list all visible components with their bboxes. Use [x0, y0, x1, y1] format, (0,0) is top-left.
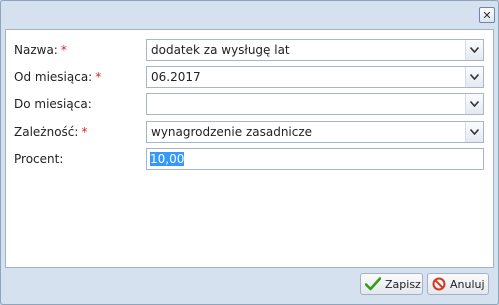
field-row-procent: Procent: 10,00	[6, 148, 493, 170]
cancel-button-label: Anuluj	[450, 277, 485, 291]
field-row-do-miesiaca: Do miesiąca:	[6, 93, 493, 115]
od-miesiaca-select[interactable]: 06.2017	[146, 66, 484, 88]
close-button[interactable]: ✕	[479, 7, 495, 23]
procent-value: 10,00	[150, 152, 185, 166]
required-marker: *	[81, 125, 88, 139]
cancel-button[interactable]: Anuluj	[427, 273, 489, 295]
dialog-footer: Zapisz Anuluj	[1, 268, 498, 304]
nazwa-select[interactable]: dodatek za wysługę lat	[146, 39, 484, 61]
save-button-label: Zapisz	[385, 277, 421, 291]
field-label-procent: Procent:	[14, 152, 64, 166]
dialog-window: ✕ Nazwa: * dodatek za wysługę lat Od mies…	[0, 0, 499, 305]
zaleznosc-value: wynagrodzenie zasadnicze	[151, 125, 313, 139]
required-marker: *	[95, 70, 102, 84]
field-row-zaleznosc: Zależność: * wynagrodzenie zasadnicze	[6, 121, 493, 143]
save-button[interactable]: Zapisz	[360, 273, 423, 295]
cancel-icon	[432, 276, 446, 292]
do-miesiaca-select[interactable]	[146, 93, 484, 115]
chevron-down-icon[interactable]	[465, 122, 483, 142]
field-label-do-miesiaca: Do miesiąca:	[14, 97, 92, 111]
required-marker: *	[60, 43, 67, 57]
procent-selected-text: 10,00	[150, 152, 185, 166]
field-label-nazwa: Nazwa: *	[14, 43, 67, 57]
dialog-titlebar: ✕	[1, 1, 498, 29]
field-label-zaleznosc: Zależność: *	[14, 125, 88, 139]
close-icon: ✕	[482, 8, 492, 22]
field-row-nazwa: Nazwa: * dodatek za wysługę lat	[6, 39, 493, 61]
field-label-od-miesiaca: Od miesiąca: *	[14, 70, 102, 84]
nazwa-value: dodatek za wysługę lat	[151, 43, 290, 57]
procent-input[interactable]: 10,00	[146, 148, 484, 170]
field-row-od-miesiaca: Od miesiąca: * 06.2017	[6, 66, 493, 88]
od-miesiaca-value: 06.2017	[151, 70, 201, 84]
form-panel: Nazwa: * dodatek za wysługę lat Od miesią…	[5, 29, 494, 268]
chevron-down-icon[interactable]	[465, 94, 483, 114]
zaleznosc-select[interactable]: wynagrodzenie zasadnicze	[146, 121, 484, 143]
checkmark-icon	[365, 276, 381, 292]
chevron-down-icon[interactable]	[465, 40, 483, 60]
chevron-down-icon[interactable]	[465, 67, 483, 87]
